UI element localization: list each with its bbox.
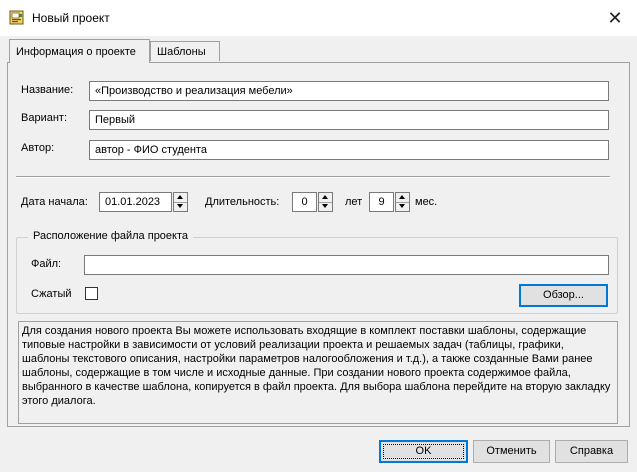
spin-down-icon[interactable] bbox=[319, 202, 332, 211]
author-field[interactable]: автор - ФИО студента bbox=[89, 140, 609, 160]
name-label: Название: bbox=[21, 84, 74, 96]
months-unit-label: мес. bbox=[415, 196, 438, 208]
duration-label: Длительность: bbox=[205, 196, 280, 208]
author-label: Автор: bbox=[21, 142, 55, 154]
variant-label: Вариант: bbox=[21, 112, 68, 124]
years-field[interactable]: 0 bbox=[292, 192, 317, 212]
start-date-field[interactable]: 01.01.2023 bbox=[99, 192, 172, 212]
file-path-field[interactable] bbox=[84, 255, 609, 275]
browse-button-label: Обзор... bbox=[543, 289, 584, 301]
spin-down-icon[interactable] bbox=[396, 202, 409, 211]
help-button[interactable]: Справка bbox=[555, 440, 628, 463]
years-unit-label: лет bbox=[345, 196, 363, 208]
tab-templates[interactable]: Шаблоны bbox=[150, 41, 220, 61]
close-icon: ✕ bbox=[607, 8, 623, 28]
tab-label: Информация о проекте bbox=[16, 46, 136, 58]
compressed-label: Сжатый bbox=[31, 288, 72, 300]
info-description: Для создания нового проекта Вы можете ис… bbox=[18, 321, 618, 424]
project-document-icon bbox=[9, 10, 24, 25]
file-location-group-title: Расположение файла проекта bbox=[28, 230, 194, 242]
tab-project-info[interactable]: Информация о проекте bbox=[9, 39, 150, 63]
focus-rectangle bbox=[383, 444, 464, 459]
months-spinner[interactable] bbox=[395, 192, 410, 212]
separator bbox=[16, 176, 610, 178]
spin-down-icon[interactable] bbox=[174, 202, 187, 211]
years-spinner[interactable] bbox=[318, 192, 333, 212]
ok-button[interactable]: OK bbox=[379, 440, 468, 463]
compressed-checkbox[interactable] bbox=[85, 287, 98, 300]
cancel-button[interactable]: Отменить bbox=[473, 440, 550, 463]
start-date-spinner[interactable] bbox=[173, 192, 188, 212]
start-date-label: Дата начала: bbox=[21, 196, 88, 208]
window-title: Новый проект bbox=[32, 11, 110, 25]
cancel-button-label: Отменить bbox=[486, 445, 537, 457]
name-field[interactable]: «Производство и реализация мебели» bbox=[89, 81, 609, 101]
file-label: Файл: bbox=[31, 258, 62, 270]
help-button-label: Справка bbox=[569, 445, 614, 457]
months-field[interactable]: 9 bbox=[369, 192, 394, 212]
tab-label: Шаблоны bbox=[157, 46, 206, 58]
browse-button[interactable]: Обзор... bbox=[519, 284, 608, 307]
close-button[interactable]: ✕ bbox=[604, 7, 626, 29]
variant-field[interactable]: Первый bbox=[89, 110, 609, 130]
